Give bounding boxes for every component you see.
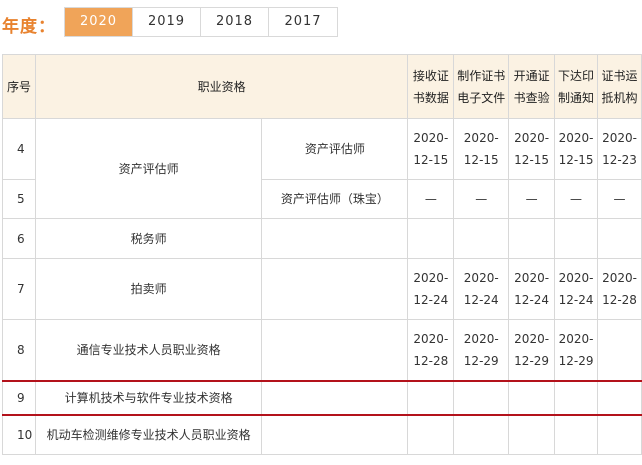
date-cell — [453, 379, 510, 416]
date-cell: 2020- 12-29 — [554, 319, 599, 381]
date-cell — [554, 379, 599, 416]
date-cell — [597, 319, 642, 381]
table-row-highlighted: 9 计算机技术与软件专业技术资格 — [2, 379, 642, 416]
certificate-progress-table: 序号 职业资格 接收证 书数据 制作证书 电子文件 开通证 书查验 下达印 制通知 证书… — [2, 54, 642, 455]
year-tab-2017[interactable]: 2017 — [269, 8, 337, 36]
table-row: 6 税务师 — [2, 218, 642, 259]
sub-qualification: 资产评估师（珠宝） — [261, 179, 409, 219]
date-cell: 2020- 12-24 — [554, 258, 599, 320]
date-cell: 2020- 12-15 — [453, 118, 510, 180]
qualification-name: 资产评估师 — [34, 118, 263, 219]
row-no: 5 — [2, 179, 36, 219]
header-qualification: 职业资格 — [34, 54, 409, 119]
date-cell — [407, 414, 455, 455]
date-cell: — — [508, 179, 556, 219]
date-cell — [554, 218, 599, 259]
sub-qualification — [261, 319, 409, 381]
qualification-name: 拍卖师 — [34, 258, 263, 320]
sub-qualification — [261, 258, 409, 320]
date-cell: — — [407, 179, 455, 219]
year-tab-2019[interactable]: 2019 — [133, 8, 201, 36]
date-cell: 2020- 12-28 — [597, 258, 642, 320]
date-cell: 2020- 12-15 — [554, 118, 599, 180]
header-print-notice: 下达印 制通知 — [554, 54, 599, 119]
date-cell — [407, 379, 455, 416]
qualification-name: 税务师 — [34, 218, 263, 259]
date-cell: 2020- 12-29 — [508, 319, 556, 381]
date-cell: 2020- 12-24 — [508, 258, 556, 320]
date-cell — [597, 379, 642, 416]
date-cell — [453, 218, 510, 259]
header-delivered: 证书运 抵机构 — [597, 54, 642, 119]
table-row: 8 通信专业技术人员职业资格 2020- 12-28 2020- 12-29 202… — [2, 319, 642, 381]
date-cell: 2020- 12-23 — [597, 118, 642, 180]
header-make-e-file: 制作证书 电子文件 — [453, 54, 510, 119]
date-cell — [407, 218, 455, 259]
date-cell: — — [554, 179, 599, 219]
date-cell — [554, 414, 599, 455]
date-cell: — — [453, 179, 510, 219]
header-receive-data: 接收证 书数据 — [407, 54, 455, 119]
date-cell — [508, 414, 556, 455]
date-cell: 2020- 12-29 — [453, 319, 510, 381]
qualification-name: 机动车检测维修专业技术人员职业资格 — [34, 414, 263, 455]
date-cell — [597, 414, 642, 455]
table-row: 7 拍卖师 2020- 12-24 2020- 12-24 2020- 12-24 2… — [2, 258, 642, 320]
date-cell: 2020- 12-28 — [407, 319, 455, 381]
date-cell — [508, 218, 556, 259]
date-cell — [453, 414, 510, 455]
date-cell: 2020- 12-15 — [407, 118, 455, 180]
qualification-name: 通信专业技术人员职业资格 — [34, 319, 263, 381]
year-tab-2020[interactable]: 2020 — [65, 8, 133, 36]
year-label: 年度： — [2, 17, 56, 37]
row-no: 4 — [2, 118, 36, 180]
sub-qualification — [261, 379, 409, 416]
date-cell — [508, 379, 556, 416]
table-row: 10 机动车检测维修专业技术人员职业资格 — [2, 414, 642, 455]
row-no: 7 — [2, 258, 36, 320]
sub-qualification — [261, 218, 409, 259]
year-tab-2018[interactable]: 2018 — [201, 8, 269, 36]
row-no: 8 — [2, 319, 36, 381]
table-row: 4 资产评估师 资产评估师 2020- 12-15 2020- 12-15 2020… — [2, 118, 642, 219]
row-no: 9 — [2, 379, 36, 416]
date-cell: 2020- 12-24 — [453, 258, 510, 320]
date-cell: — — [597, 179, 642, 219]
header-no: 序号 — [2, 54, 36, 119]
year-selector-bar: 年度： 2020 2019 2018 2017 — [0, 0, 642, 42]
year-tabs: 2020 2019 2018 2017 — [64, 7, 338, 37]
header-open-verify: 开通证 书查验 — [508, 54, 556, 119]
date-cell: 2020- 12-24 — [407, 258, 455, 320]
date-cell: 2020- 12-15 — [508, 118, 556, 180]
date-cell — [597, 218, 642, 259]
row-no: 10 — [2, 414, 36, 455]
table-header-row: 序号 职业资格 接收证 书数据 制作证书 电子文件 开通证 书查验 下达印 制通知 证书… — [2, 54, 642, 119]
sub-qualification — [261, 414, 409, 455]
sub-qualification: 资产评估师 — [261, 118, 409, 180]
row-no: 6 — [2, 218, 36, 259]
qualification-name: 计算机技术与软件专业技术资格 — [34, 379, 263, 416]
